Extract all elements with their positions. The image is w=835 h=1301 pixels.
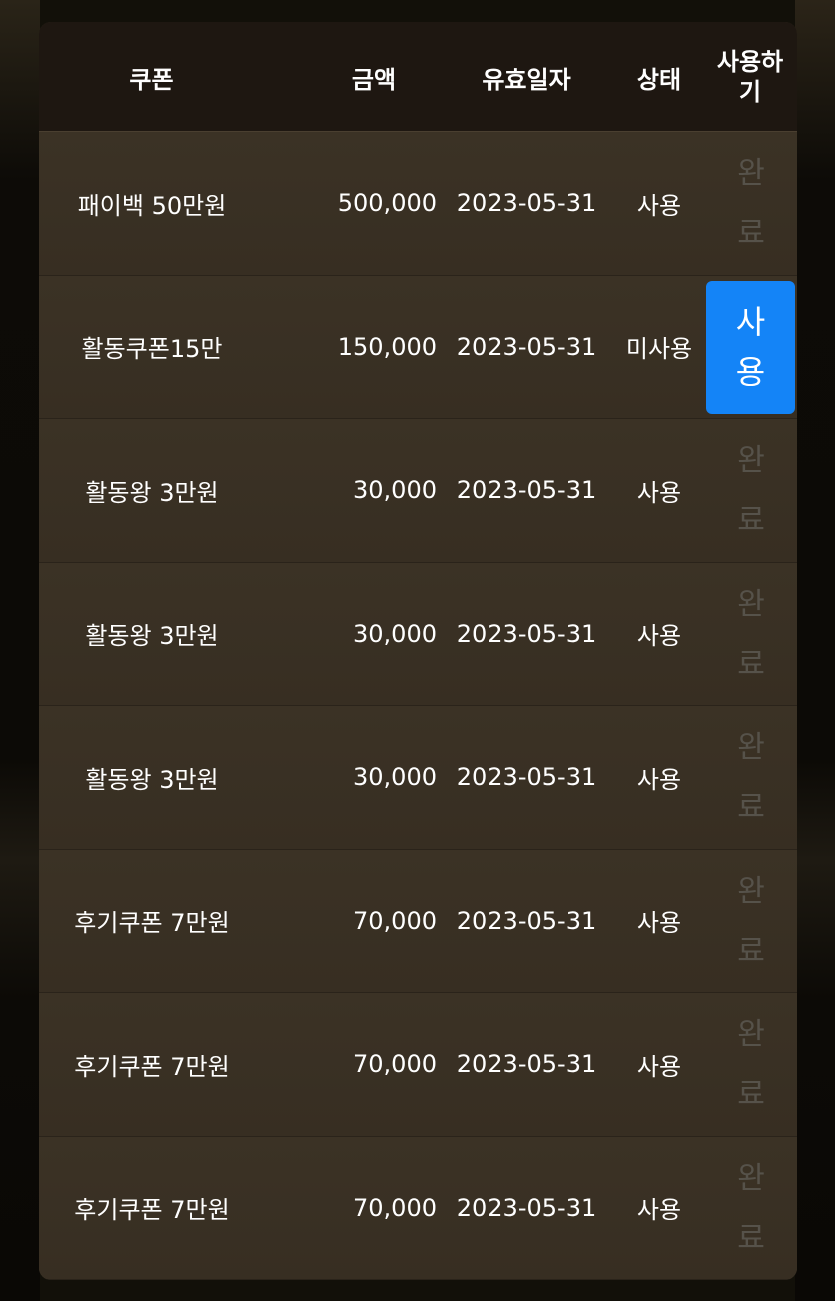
coupon-expiry: 2023-05-31: [456, 332, 597, 361]
table-row: 활동왕 3만원 30,000 2023-05-31 사용 완 료: [39, 706, 797, 850]
completed-label: 완료: [725, 1149, 777, 1269]
coupon-name: 후기쿠폰 7만원: [74, 909, 230, 938]
table-row: 후기쿠폰 7만원 70,000 2023-05-31 사용 완 료: [39, 1136, 797, 1280]
header-status: 상태: [636, 65, 682, 94]
coupon-expiry: 2023-05-31: [456, 1193, 597, 1222]
coupon-amount: 30,000: [353, 763, 437, 792]
coupon-status: 사용: [636, 1196, 682, 1225]
coupon-amount: 500,000: [337, 189, 437, 218]
coupon-expiry: 2023-05-31: [456, 906, 597, 935]
coupon-expiry: 2023-05-31: [456, 189, 597, 218]
header-expiry: 유효일자: [482, 65, 571, 94]
completed-label: 완료: [725, 1005, 777, 1125]
table-row: 후기쿠폰 7만원 70,000 2023-05-31 사용 완 료: [39, 849, 797, 993]
coupon-name: 활동왕 3만원: [85, 622, 219, 651]
table-header: 쿠폰 금액 유효일자 상태 사용하 기: [39, 22, 797, 132]
table-row: 활동왕 3만원 30,000 2023-05-31 사용 완 료: [39, 562, 797, 706]
header-use-line2: 기: [738, 78, 762, 106]
coupon-expiry: 2023-05-31: [456, 476, 597, 505]
completed-label-line1: 완: [737, 730, 765, 765]
table-body: 패이백 50만원 500,000 2023-05-31 사용 완 료 활동쿠폰15만 150,…: [39, 132, 797, 1280]
use-button-label-line2: 용: [735, 353, 766, 391]
coupon-amount: 70,000: [353, 1050, 437, 1079]
completed-label: 완료: [725, 431, 777, 551]
coupon-status: 사용: [636, 191, 682, 220]
completed-label: 완료: [725, 144, 777, 264]
coupon-name: 활동쿠폰15만: [81, 335, 223, 364]
completed-label-line1: 완: [737, 873, 765, 909]
coupon-table: 쿠폰 금액 유효일자 상태 사용하 기 패이백 50만원 500,000 2023-…: [39, 22, 797, 1280]
coupon-amount: 30,000: [353, 619, 437, 648]
use-button-label-line1: 사: [735, 303, 766, 341]
coupon-expiry: 2023-05-31: [456, 1050, 597, 1079]
coupon-status: 미사용: [625, 335, 693, 364]
coupon-expiry: 2023-05-31: [456, 619, 597, 648]
coupon-status: 사용: [636, 622, 682, 651]
coupon-name: 패이백 50만원: [77, 191, 227, 220]
table-row: 패이백 50만원 500,000 2023-05-31 사용 완 료: [39, 132, 797, 276]
completed-label-line1: 완: [737, 156, 765, 191]
table-row: 활동쿠폰15만 150,000 2023-05-31 미사용 사 용: [39, 275, 797, 419]
coupon-amount: 150,000: [337, 332, 437, 361]
completed-label: 완료: [725, 575, 777, 695]
header-coupon: 쿠폰: [129, 65, 174, 94]
table-row: 활동왕 3만원 30,000 2023-05-31 사용 완 료: [39, 419, 797, 563]
coupon-name: 활동왕 3만원: [85, 765, 219, 794]
coupon-status: 사용: [636, 909, 682, 938]
coupon-name: 후기쿠폰 7만원: [74, 1052, 230, 1081]
completed-label: 완료: [725, 718, 777, 838]
header-use-line1: 사용하: [716, 48, 784, 76]
completed-label-line2: 료: [737, 1077, 765, 1112]
completed-label-line2: 료: [737, 503, 765, 538]
completed-label-line1: 완: [737, 586, 765, 622]
header-amount: 금액: [351, 65, 397, 94]
completed-label: 완료: [725, 862, 777, 982]
coupon-name: 후기쿠폰 7만원: [74, 1196, 230, 1225]
coupon-status: 사용: [636, 1052, 682, 1081]
background-left: [0, 0, 40, 1301]
completed-label-line2: 료: [737, 1220, 765, 1256]
use-coupon-button[interactable]: 사용: [706, 280, 795, 414]
completed-label-line1: 완: [737, 1160, 765, 1196]
coupon-amount: 70,000: [353, 906, 437, 935]
completed-label-line2: 료: [737, 790, 765, 825]
coupon-amount: 70,000: [353, 1193, 437, 1222]
table-row: 후기쿠폰 7만원 70,000 2023-05-31 사용 완 료: [39, 993, 797, 1137]
coupon-amount: 30,000: [353, 476, 437, 505]
coupon-status: 사용: [636, 765, 682, 794]
coupon-status: 사용: [636, 478, 682, 507]
completed-label-line2: 료: [737, 933, 765, 969]
coupon-expiry: 2023-05-31: [456, 763, 597, 792]
completed-label-line2: 료: [737, 646, 765, 682]
completed-label-line2: 료: [737, 216, 765, 251]
completed-label-line1: 완: [737, 1017, 765, 1052]
header-use: 사용하 기: [707, 22, 793, 132]
completed-label-line1: 완: [737, 443, 765, 478]
background-right: [795, 0, 835, 1301]
coupon-name: 활동왕 3만원: [85, 478, 219, 507]
